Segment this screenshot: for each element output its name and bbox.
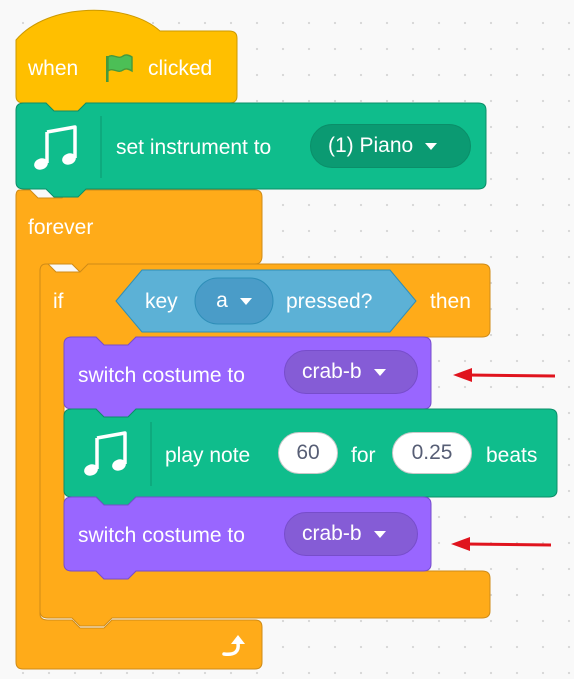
chevron-down-icon xyxy=(425,142,438,150)
forever-label: forever xyxy=(28,216,94,239)
for-label: for xyxy=(351,444,376,467)
loop-arrow-icon xyxy=(218,632,246,660)
play-note-label: play note xyxy=(165,444,251,467)
note-input-value: 60 xyxy=(296,441,320,464)
costume-dropdown-value-2: crab-b xyxy=(302,522,362,545)
chevron-down-icon xyxy=(373,368,386,376)
costume-dropdown-value-1: crab-b xyxy=(302,360,362,383)
hat-clicked-label: clicked xyxy=(148,57,213,80)
chevron-down-icon xyxy=(373,530,386,538)
chevron-down-icon xyxy=(239,297,252,305)
pressed-label: pressed? xyxy=(286,290,373,313)
music-notes-icon xyxy=(30,124,86,174)
costume-dropdown-2[interactable]: crab-b xyxy=(284,512,418,556)
key-dropdown-value: a xyxy=(216,289,228,312)
hat-when-label: when xyxy=(28,57,79,80)
annotation-arrow-2 xyxy=(451,537,552,551)
script-blocks-svg xyxy=(15,9,558,670)
switch-costume-label-2: switch costume to xyxy=(78,524,245,547)
green-flag-icon xyxy=(101,52,135,84)
note-input[interactable]: 60 xyxy=(278,432,338,474)
beats-label: beats xyxy=(486,444,538,467)
set-instrument-label: set instrument to xyxy=(116,136,272,159)
then-label: then xyxy=(430,290,471,313)
instrument-dropdown[interactable]: (1) Piano xyxy=(310,124,471,168)
key-dropdown[interactable]: a xyxy=(195,278,273,324)
beats-input-value: 0.25 xyxy=(411,441,453,464)
annotation-arrow-1 xyxy=(453,368,556,382)
script-canvas[interactable]: when clicked set instrument to (1) Piano… xyxy=(0,0,574,679)
beats-input[interactable]: 0.25 xyxy=(392,432,472,474)
costume-dropdown-1[interactable]: crab-b xyxy=(284,350,418,394)
key-label: key xyxy=(145,290,178,313)
instrument-dropdown-value: (1) Piano xyxy=(328,134,414,157)
switch-costume-label-1: switch costume to xyxy=(78,364,245,387)
music-notes-icon xyxy=(80,430,136,480)
if-label: if xyxy=(53,290,64,313)
